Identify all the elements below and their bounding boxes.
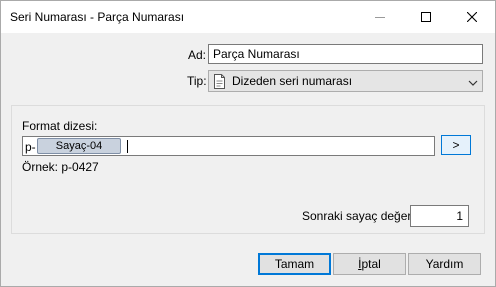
insert-token-button[interactable]: >	[441, 135, 471, 155]
name-input[interactable]: Parça Numarası	[208, 44, 483, 64]
maximize-button[interactable]	[403, 1, 449, 33]
close-button[interactable]	[449, 1, 495, 33]
example-text: Örnek: p-0427	[22, 160, 99, 174]
format-label: Format dizesi:	[22, 119, 98, 133]
minimize-button[interactable]	[357, 1, 403, 33]
format-string-input[interactable]: p- Sayaç-04	[22, 136, 435, 156]
counter-token[interactable]: Sayaç-04	[37, 138, 121, 154]
cancel-button[interactable]: İptal	[333, 253, 406, 275]
format-prefix: p-	[25, 140, 36, 154]
next-counter-label: Sonraki sayaç değeri:	[302, 209, 418, 223]
document-icon	[213, 74, 226, 92]
close-icon	[467, 12, 477, 22]
next-counter-input[interactable]: 1	[410, 205, 469, 227]
cancel-label-rest: ptal	[361, 257, 381, 271]
dialog-window: Seri Numarası - Parça Numarası Ad: Parça…	[0, 0, 496, 287]
name-label: Ad:	[188, 48, 207, 62]
minimize-icon	[375, 17, 385, 18]
name-value: Parça Numarası	[213, 47, 300, 61]
next-counter-value: 1	[456, 209, 463, 223]
title-bar: Seri Numarası - Parça Numarası	[1, 1, 495, 33]
type-value: Dizeden seri numarası	[232, 74, 353, 88]
help-button[interactable]: Yardım	[408, 253, 481, 275]
ok-button[interactable]: Tamam	[258, 253, 331, 275]
window-title: Seri Numarası - Parça Numarası	[10, 10, 185, 24]
maximize-icon	[421, 12, 431, 22]
type-dropdown[interactable]: Dizeden seri numarası	[208, 70, 483, 92]
type-label: Tip:	[187, 74, 207, 88]
chevron-down-icon	[468, 76, 478, 90]
text-caret	[127, 140, 128, 153]
